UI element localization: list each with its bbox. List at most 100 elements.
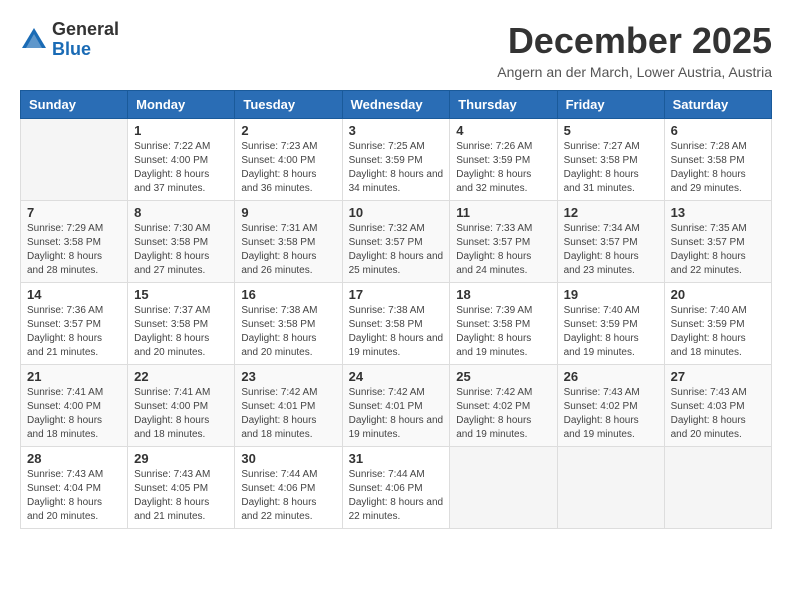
day-number: 19	[564, 287, 658, 302]
calendar-cell: 8 Sunrise: 7:30 AMSunset: 3:58 PMDaylight…	[128, 201, 235, 283]
logo-text: General Blue	[52, 20, 119, 60]
day-number: 7	[27, 205, 121, 220]
calendar-cell: 17Sunrise: 7:38 AMSunset: 3:58 PMDayligh…	[342, 283, 450, 365]
title-block: December 2025 Angern an der March, Lower…	[497, 20, 772, 80]
day-number: 3	[349, 123, 444, 138]
calendar-cell: 20 Sunrise: 7:40 AMSunset: 3:59 PMDayligh…	[664, 283, 771, 365]
calendar-week-row: 1 Sunrise: 7:22 AMSunset: 4:00 PMDaylight…	[21, 119, 772, 201]
day-info: Sunrise: 7:31 AMSunset: 3:58 PMDaylight:…	[241, 222, 335, 278]
calendar-cell	[450, 447, 557, 529]
day-number: 28	[27, 451, 121, 466]
day-number: 4	[456, 123, 550, 138]
day-info: Sunrise: 7:28 AMSunset: 3:58 PMDaylight:…	[671, 140, 765, 196]
calendar-cell: 7 Sunrise: 7:29 AMSunset: 3:58 PMDaylight…	[21, 201, 128, 283]
day-info: Sunrise: 7:27 AMSunset: 3:58 PMDaylight:…	[564, 140, 658, 196]
day-info: Sunrise: 7:38 AMSunset: 3:58 PMDaylight:…	[241, 304, 335, 360]
day-number: 6	[671, 123, 765, 138]
weekday-header-row: SundayMondayTuesdayWednesdayThursdayFrid…	[21, 91, 772, 119]
weekday-header: Wednesday	[342, 91, 450, 119]
day-number: 24	[349, 369, 444, 384]
day-info: Sunrise: 7:43 AMSunset: 4:03 PMDaylight:…	[671, 386, 765, 442]
day-info: Sunrise: 7:42 AMSunset: 4:01 PMDaylight:…	[349, 386, 444, 442]
calendar-cell: 3Sunrise: 7:25 AMSunset: 3:59 PMDaylight…	[342, 119, 450, 201]
day-info: Sunrise: 7:41 AMSunset: 4:00 PMDaylight:…	[134, 386, 228, 442]
day-number: 11	[456, 205, 550, 220]
calendar-cell: 13 Sunrise: 7:35 AMSunset: 3:57 PMDayligh…	[664, 201, 771, 283]
day-number: 5	[564, 123, 658, 138]
calendar-cell: 11 Sunrise: 7:33 AMSunset: 3:57 PMDayligh…	[450, 201, 557, 283]
calendar-cell: 4 Sunrise: 7:26 AMSunset: 3:59 PMDaylight…	[450, 119, 557, 201]
calendar-cell: 24 Sunrise: 7:42 AMSunset: 4:01 PMDayligh…	[342, 365, 450, 447]
day-number: 20	[671, 287, 765, 302]
calendar-cell: 21 Sunrise: 7:41 AMSunset: 4:00 PMDayligh…	[21, 365, 128, 447]
day-number: 27	[671, 369, 765, 384]
day-info: Sunrise: 7:42 AMSunset: 4:01 PMDaylight:…	[241, 386, 335, 442]
day-info: Sunrise: 7:35 AMSunset: 3:57 PMDaylight:…	[671, 222, 765, 278]
day-info: Sunrise: 7:40 AMSunset: 3:59 PMDaylight:…	[564, 304, 658, 360]
day-number: 30	[241, 451, 335, 466]
day-number: 8	[134, 205, 228, 220]
calendar-cell: 1 Sunrise: 7:22 AMSunset: 4:00 PMDaylight…	[128, 119, 235, 201]
location: Angern an der March, Lower Austria, Aust…	[497, 64, 772, 80]
day-number: 10	[349, 205, 444, 220]
weekday-header: Thursday	[450, 91, 557, 119]
day-info: Sunrise: 7:32 AMSunset: 3:57 PMDaylight:…	[349, 222, 444, 278]
calendar-cell: 2Sunrise: 7:23 AMSunset: 4:00 PMDaylight…	[235, 119, 342, 201]
calendar-week-row: 28 Sunrise: 7:43 AMSunset: 4:04 PMDayligh…	[21, 447, 772, 529]
day-number: 31	[349, 451, 444, 466]
calendar-cell: 9Sunrise: 7:31 AMSunset: 3:58 PMDaylight…	[235, 201, 342, 283]
day-info: Sunrise: 7:37 AMSunset: 3:58 PMDaylight:…	[134, 304, 228, 360]
calendar-cell: 19 Sunrise: 7:40 AMSunset: 3:59 PMDayligh…	[557, 283, 664, 365]
calendar-cell	[557, 447, 664, 529]
calendar-cell	[664, 447, 771, 529]
calendar: SundayMondayTuesdayWednesdayThursdayFrid…	[20, 90, 772, 529]
day-number: 26	[564, 369, 658, 384]
calendar-cell: 27 Sunrise: 7:43 AMSunset: 4:03 PMDayligh…	[664, 365, 771, 447]
calendar-cell: 15 Sunrise: 7:37 AMSunset: 3:58 PMDayligh…	[128, 283, 235, 365]
day-info: Sunrise: 7:44 AMSunset: 4:06 PMDaylight:…	[349, 468, 444, 524]
day-info: Sunrise: 7:39 AMSunset: 3:58 PMDaylight:…	[456, 304, 550, 360]
day-number: 13	[671, 205, 765, 220]
day-info: Sunrise: 7:22 AMSunset: 4:00 PMDaylight:…	[134, 140, 228, 196]
day-info: Sunrise: 7:43 AMSunset: 4:04 PMDaylight:…	[27, 468, 121, 524]
calendar-cell: 29 Sunrise: 7:43 AMSunset: 4:05 PMDayligh…	[128, 447, 235, 529]
calendar-week-row: 7 Sunrise: 7:29 AMSunset: 3:58 PMDaylight…	[21, 201, 772, 283]
day-info: Sunrise: 7:43 AMSunset: 4:05 PMDaylight:…	[134, 468, 228, 524]
day-number: 18	[456, 287, 550, 302]
day-number: 21	[27, 369, 121, 384]
day-info: Sunrise: 7:29 AMSunset: 3:58 PMDaylight:…	[27, 222, 121, 278]
day-number: 25	[456, 369, 550, 384]
calendar-cell: 22 Sunrise: 7:41 AMSunset: 4:00 PMDayligh…	[128, 365, 235, 447]
calendar-cell: 23Sunrise: 7:42 AMSunset: 4:01 PMDayligh…	[235, 365, 342, 447]
weekday-header: Friday	[557, 91, 664, 119]
calendar-cell: 14Sunrise: 7:36 AMSunset: 3:57 PMDayligh…	[21, 283, 128, 365]
month-title: December 2025	[497, 20, 772, 62]
day-info: Sunrise: 7:38 AMSunset: 3:58 PMDaylight:…	[349, 304, 444, 360]
calendar-cell: 18 Sunrise: 7:39 AMSunset: 3:58 PMDayligh…	[450, 283, 557, 365]
calendar-week-row: 21 Sunrise: 7:41 AMSunset: 4:00 PMDayligh…	[21, 365, 772, 447]
day-number: 1	[134, 123, 228, 138]
day-info: Sunrise: 7:26 AMSunset: 3:59 PMDaylight:…	[456, 140, 550, 196]
day-info: Sunrise: 7:44 AMSunset: 4:06 PMDaylight:…	[241, 468, 335, 524]
day-number: 29	[134, 451, 228, 466]
calendar-week-row: 14Sunrise: 7:36 AMSunset: 3:57 PMDayligh…	[21, 283, 772, 365]
weekday-header: Monday	[128, 91, 235, 119]
day-info: Sunrise: 7:30 AMSunset: 3:58 PMDaylight:…	[134, 222, 228, 278]
day-info: Sunrise: 7:42 AMSunset: 4:02 PMDaylight:…	[456, 386, 550, 442]
calendar-cell: 16Sunrise: 7:38 AMSunset: 3:58 PMDayligh…	[235, 283, 342, 365]
calendar-cell: 30 Sunrise: 7:44 AMSunset: 4:06 PMDayligh…	[235, 447, 342, 529]
weekday-header: Sunday	[21, 91, 128, 119]
day-number: 12	[564, 205, 658, 220]
day-info: Sunrise: 7:34 AMSunset: 3:57 PMDaylight:…	[564, 222, 658, 278]
day-info: Sunrise: 7:33 AMSunset: 3:57 PMDaylight:…	[456, 222, 550, 278]
day-number: 22	[134, 369, 228, 384]
day-number: 15	[134, 287, 228, 302]
day-info: Sunrise: 7:41 AMSunset: 4:00 PMDaylight:…	[27, 386, 121, 442]
calendar-cell	[21, 119, 128, 201]
calendar-cell: 6 Sunrise: 7:28 AMSunset: 3:58 PMDaylight…	[664, 119, 771, 201]
calendar-cell: 5 Sunrise: 7:27 AMSunset: 3:58 PMDaylight…	[557, 119, 664, 201]
logo-icon	[20, 26, 48, 54]
logo-general: General	[52, 19, 119, 39]
day-info: Sunrise: 7:40 AMSunset: 3:59 PMDaylight:…	[671, 304, 765, 360]
logo-blue: Blue	[52, 39, 91, 59]
